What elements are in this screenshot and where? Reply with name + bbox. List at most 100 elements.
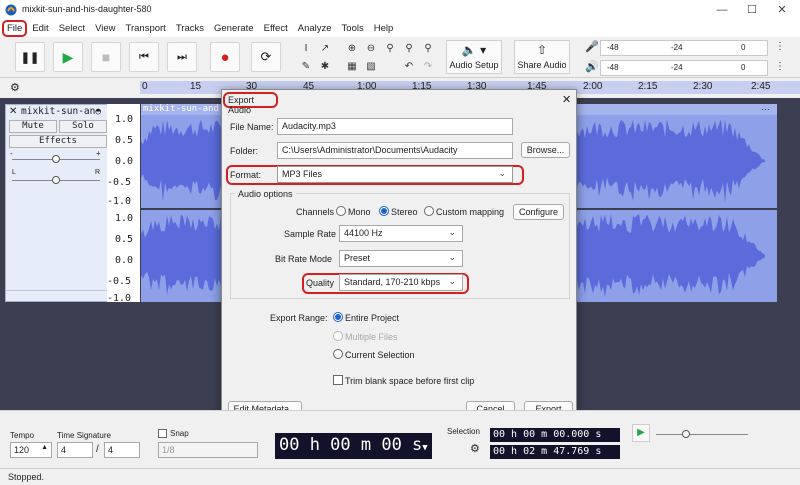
share-audio-button[interactable]: ⇧ Share Audio [514,40,570,74]
selection-end[interactable]: 00 h 02 m 47.769 s [490,445,620,459]
sample-rate-select[interactable]: 44100 Hz ⌄ [339,225,463,242]
custom-mapping-radio[interactable] [424,206,434,216]
menu-bar: File Edit Select View Transport Tracks G… [0,20,800,37]
timeline-tick-label: 2:00 [583,81,603,92]
menu-generate[interactable]: Generate [209,20,259,37]
mono-radio[interactable] [336,206,346,216]
menu-effect[interactable]: Effect [259,20,293,37]
export-audio-dialog: Export Audio ✕ File Name: Audacity.mp3 F… [221,89,577,419]
dialog-close-icon[interactable]: ✕ [562,93,571,106]
menu-analyze[interactable]: Analyze [293,20,337,37]
time-display[interactable]: 00 h 00 m 00 s▼ [275,433,432,459]
stepper-icon[interactable]: ▲ [41,444,48,451]
clip-menu-icon[interactable]: … [761,102,770,112]
play-button[interactable]: ▶ [53,42,83,72]
chevron-down-icon: ▼ [422,443,428,453]
menu-help[interactable]: Help [369,20,399,37]
maximize-icon[interactable]: ☐ [737,2,767,18]
stop-button[interactable]: ■ [91,42,121,72]
multiple-files-radio[interactable] [333,331,343,341]
menu-tracks[interactable]: Tracks [171,20,209,37]
menu-tools[interactable]: Tools [337,20,369,37]
snap-select[interactable]: 1/8 [158,442,258,458]
format-select[interactable]: MP3 Files ⌄ [277,166,513,183]
fit-selection-icon[interactable]: ⚲ [381,41,399,57]
effects-button[interactable]: Effects [9,135,107,148]
playback-meter[interactable]: -48 -24 0 [600,60,768,76]
zoom-out-icon[interactable]: ⊖ [362,41,380,57]
browse-button[interactable]: Browse... [521,142,570,158]
close-track-icon[interactable]: ✕ [9,106,17,117]
current-selection-radio[interactable] [333,349,343,359]
skip-end-button[interactable]: ⏭ [167,42,197,72]
timeline-tick-label: 2:45 [751,81,771,92]
record-button[interactable]: ● [210,42,240,72]
menu-select[interactable]: Select [54,20,90,37]
zoom-toggle-icon[interactable]: ⚲ [419,41,437,57]
draw-tool-icon[interactable]: ✎ [297,59,315,75]
time-sig-denominator[interactable]: 4 [104,442,140,458]
entire-project-radio[interactable] [333,312,343,322]
speed-slider[interactable] [682,430,690,438]
timeline-corner: ⚙ [0,79,140,97]
quality-select[interactable]: Standard, 170-210 kbps ⌄ [339,274,463,291]
timeline-settings-icon[interactable]: ⚙ [10,81,20,94]
trim-checkbox[interactable] [333,375,343,385]
selection-tool-icon[interactable]: I [297,41,315,57]
play-at-speed-button[interactable]: ▶ [632,424,650,442]
gain-plus-icon: + [96,149,101,158]
pan-slider[interactable] [52,176,60,184]
dialog-title-highlight: Export Audio [223,92,278,115]
tempo-input[interactable]: 120 ▲ [10,442,52,458]
share-icon: ⇧ [536,43,548,57]
recording-meter[interactable]: -48 -24 0 [600,40,768,56]
menu-file[interactable]: File [2,20,28,37]
chevron-down-icon: ⌄ [448,227,456,237]
close-window-icon[interactable]: ✕ [767,2,797,18]
chevron-down-icon: ⌄ [448,252,456,262]
audio-setup-button[interactable]: 🔈 ▾ Audio Setup [446,40,502,74]
solo-button[interactable]: Solo [59,120,107,133]
multi-tool-icon[interactable]: ✱ [316,59,334,75]
fit-project-icon[interactable]: ⚲ [400,41,418,57]
status-bar: Stopped. [0,468,800,485]
envelope-tool-icon[interactable]: ↗ [316,41,334,57]
meter-menu-icon[interactable]: ⋮ [775,61,785,72]
undo-icon[interactable]: ↶ [400,59,418,75]
configure-button[interactable]: Configure [513,204,564,220]
meter-menu-icon[interactable]: ⋮ [775,41,785,52]
play-icon: ▶ [637,427,645,438]
redo-icon[interactable]: ↷ [419,59,437,75]
bit-rate-mode-select[interactable]: Preset ⌄ [339,250,463,267]
speed-slider-track [656,434,748,435]
status-text: Stopped. [8,472,45,482]
gain-minus-icon: - [10,149,13,158]
selection-start[interactable]: 00 h 00 m 00.000 s [490,428,620,442]
menu-transport[interactable]: Transport [121,20,171,37]
gain-slider[interactable] [52,155,60,163]
track-name[interactable]: mixkit-sun-an◓ [21,106,101,117]
folder-input[interactable]: C:\Users\Administrator\Documents\Audacit… [277,142,513,159]
mute-button[interactable]: Mute [9,120,57,133]
microphone-icon: 🎤 [585,41,599,53]
chevron-down-icon: ⌄ [448,276,456,286]
audacity-logo-icon [5,4,17,16]
menu-edit[interactable]: Edit [27,20,53,37]
file-name-input[interactable]: Audacity.mp3 [277,118,513,135]
minimize-icon[interactable]: — [707,2,737,18]
time-sig-numerator[interactable]: 4 [57,442,93,458]
selection-settings-icon[interactable]: ⚙ [470,442,480,455]
menu-view[interactable]: View [90,20,120,37]
stereo-radio[interactable] [379,206,389,216]
skip-start-button[interactable]: ⏮ [129,42,159,72]
record-icon: ● [220,48,230,66]
trim-audio-icon[interactable]: ▦ [343,59,361,75]
speaker-output-icon: 🔊 [585,61,599,73]
snap-checkbox[interactable] [158,429,167,438]
zoom-in-icon[interactable]: ⊕ [343,41,361,57]
play-icon: ▶ [62,48,74,65]
pause-button[interactable]: ❚❚ [15,42,45,72]
loop-button[interactable]: ⟳ [251,42,281,72]
silence-audio-icon[interactable]: ▧ [362,59,380,75]
window-title: mixkit-sun-and-his-daughter-580 [22,4,152,14]
